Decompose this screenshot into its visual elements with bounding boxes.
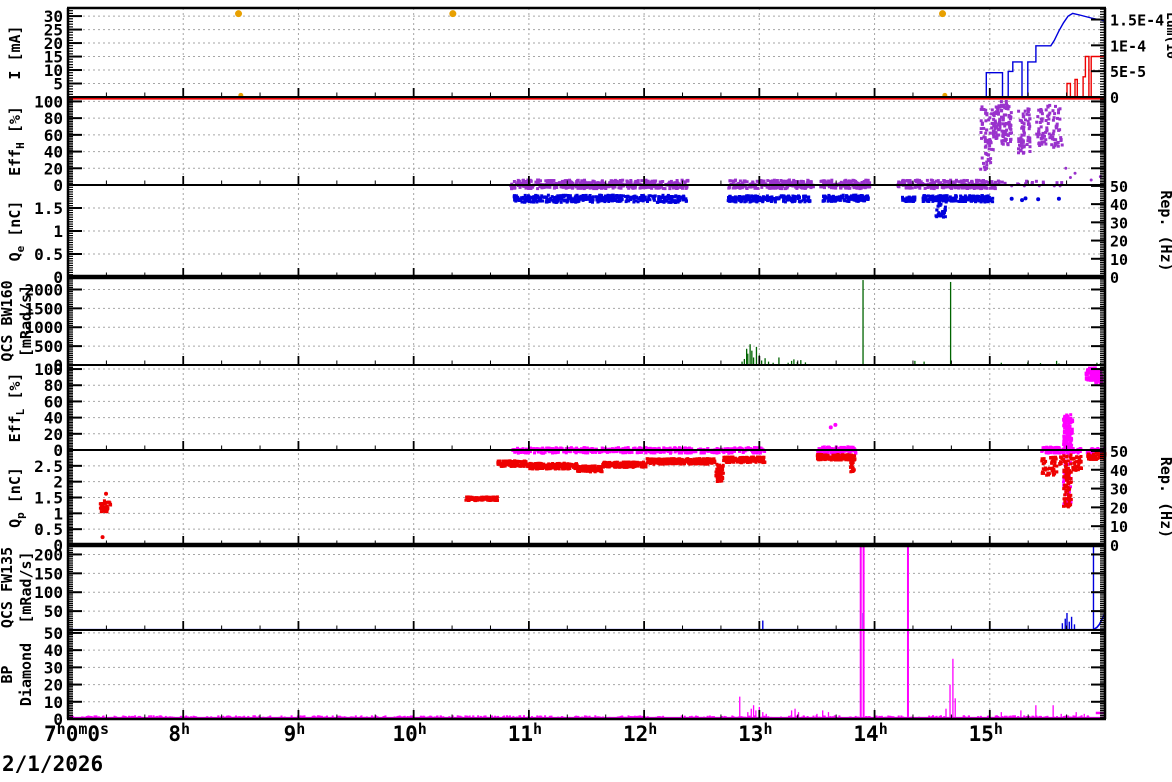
ytick-label: 10 — [44, 693, 63, 712]
ytick-label: 20 — [44, 676, 63, 695]
ytick-label: 1 — [53, 222, 63, 241]
right-axis-title: Rep. (Hz) — [1157, 457, 1172, 538]
timeseries-chart: 2/1/2026 5101520253005E-51E-41.5E-4I [mA… — [0, 6, 1172, 776]
right-ytick-label: 30 — [1110, 214, 1128, 232]
xtick-label: 13h — [738, 720, 772, 746]
ytick-label: 40 — [44, 641, 63, 660]
right-ytick-label: 1E-4 — [1110, 37, 1146, 55]
right-ytick-label: 40 — [1110, 196, 1128, 214]
axis-title: QCS BW160 — [0, 280, 16, 361]
ytick-label: 0.5 — [34, 245, 63, 264]
ytick-label: 40 — [44, 143, 63, 162]
panel-charge-electron — [509, 182, 1062, 219]
ytick-label: 50 — [44, 602, 63, 621]
q-positron-dots — [100, 491, 109, 540]
qcs-fw135-spikes — [762, 546, 1095, 630]
axis-labels: 5101520253005E-51E-41.5E-4I [mA] Lum(1002… — [0, 7, 1172, 729]
panel-qcs-fw135 — [68, 546, 1106, 631]
ler-current — [1066, 55, 1105, 98]
right-ytick-label: 30 — [1110, 481, 1128, 499]
gridlines — [68, 8, 1105, 719]
panel-qcs-bw160 — [672, 280, 1105, 366]
right-ytick-label: 20 — [1110, 499, 1128, 517]
panel-eff-her — [510, 100, 1102, 187]
axis-title: I [mA] — [6, 25, 24, 79]
right-ytick-label: 50 — [1110, 178, 1128, 196]
ytick-label: 100 — [34, 92, 63, 111]
eff-l-smear — [1062, 413, 1075, 451]
right-ytick-label: 20 — [1110, 233, 1128, 251]
xtick-label: 14h — [853, 720, 887, 746]
xtick-label: 8h — [168, 720, 190, 746]
ytick-label: 150 — [34, 564, 63, 583]
right-ytick-label: 1.5E-4 — [1110, 12, 1164, 30]
ytick-label: 100 — [34, 360, 63, 379]
right-ytick-label: 40 — [1110, 462, 1128, 480]
ytick-label: 20 — [44, 159, 63, 178]
ytick-label: 100 — [34, 583, 63, 602]
accelerator-status-page: 2/1/2026 5 10 15 20 25 30 0 5E-5 1E-4 1.5E-4 I [mA… — [0, 0, 1172, 782]
axis-title: Qp [nC] — [6, 467, 27, 528]
right-ytick-label: 0 — [1110, 537, 1119, 555]
axis-title: QCS FW135 — [0, 547, 16, 628]
xtick-label: 9h — [284, 720, 306, 746]
her-current — [68, 12, 1106, 98]
axis-title: Qe [nC] — [6, 201, 27, 262]
ytick-label: 2.5 — [34, 457, 63, 476]
eff-l-dots — [828, 422, 838, 430]
ytick-label: 60 — [44, 126, 63, 145]
ytick-label: 80 — [44, 376, 63, 395]
ytick-label: 30 — [44, 7, 63, 26]
right-ytick-label: 0 — [1110, 269, 1119, 287]
ytick-label: 200 — [34, 545, 63, 564]
right-ytick-label: 10 — [1110, 251, 1128, 269]
ytick-label: 30 — [44, 658, 63, 677]
right-ytick-label: 0 — [1110, 89, 1119, 107]
right-ytick-label: 5E-5 — [1110, 63, 1146, 81]
axis-title: [mRad/s] — [17, 285, 35, 357]
ytick-label: 40 — [44, 409, 63, 428]
ytick-label: 80 — [44, 109, 63, 128]
panel-eff-ler — [516, 366, 1104, 452]
xtick-start-label: 7h0m0s — [44, 720, 109, 746]
ytick-label: 50 — [44, 624, 63, 643]
q-electron-sparse — [1009, 196, 1061, 203]
right-ytick-label: 50 — [1110, 443, 1128, 461]
right-ytick-label: 10 — [1110, 518, 1128, 536]
xtick-label: 15h — [969, 720, 1003, 746]
date-label: 2/1/2026 — [2, 752, 103, 776]
x-axis-labels: 7h0m0s 8h 9h 10h 11h 12h 13h 14h 15h — [44, 720, 1003, 746]
bp-diamond-saturated-spikes — [859, 545, 909, 719]
right-axis-title: Rep. (Hz) — [1157, 190, 1172, 271]
axis-title: Diamond — [17, 643, 35, 706]
right-axis-title-clipped: Lum(10 — [1163, 12, 1172, 59]
panel-bp-diamond — [67, 545, 1106, 720]
axis-title: BP — [0, 665, 16, 683]
ytick-label: 500 — [34, 337, 63, 356]
q-electron — [512, 193, 995, 219]
panel-charge-positron — [98, 447, 1107, 540]
axis-title: [mRad/s] — [17, 551, 35, 623]
ytick-label: 60 — [44, 392, 63, 411]
qcs-bw160-spikes — [741, 280, 1102, 365]
panel-beam-current — [68, 10, 1106, 100]
eff-h-high — [979, 100, 1064, 172]
ytick-label: 20 — [44, 425, 63, 444]
axis-ticks — [67, 7, 1106, 720]
bp-diamond-spikes — [739, 658, 1085, 719]
xtick-label: 10h — [393, 720, 427, 746]
ytick-label: 1.5 — [34, 199, 63, 218]
q-positron — [98, 451, 1107, 514]
xtick-label: 11h — [508, 720, 542, 746]
axis-title: EffH [%] — [6, 106, 27, 176]
ytick-label: 0 — [53, 176, 63, 195]
xtick-label: 12h — [623, 720, 657, 746]
axis-title: EffL [%] — [6, 373, 27, 443]
